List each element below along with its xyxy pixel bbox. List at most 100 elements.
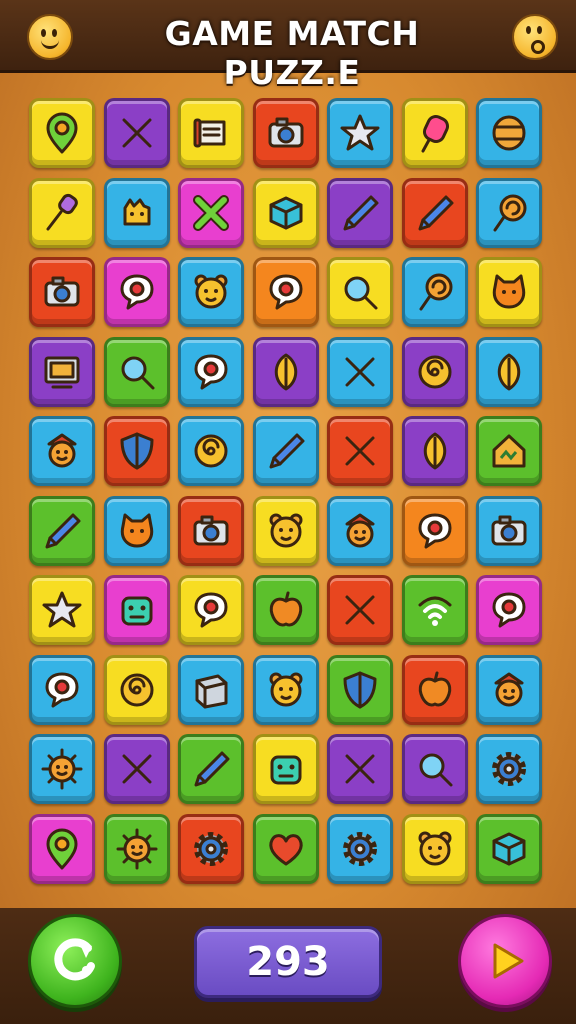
puzzle-tile[interactable] — [29, 654, 95, 725]
puzzle-tile[interactable] — [327, 575, 393, 645]
puzzle-tile[interactable] — [476, 575, 542, 645]
puzzle-tile[interactable] — [401, 734, 468, 804]
puzzle-tile[interactable] — [476, 813, 542, 884]
puzzle-tile[interactable] — [29, 98, 95, 168]
puzzle-tile[interactable] — [252, 177, 319, 248]
brush-icon — [46, 193, 78, 230]
puzzle-tile[interactable] — [252, 495, 319, 566]
puzzle-tile[interactable] — [178, 734, 244, 804]
puzzle-tile[interactable] — [252, 336, 319, 407]
puzzle-tile[interactable] — [103, 257, 170, 327]
puzzle-tile[interactable] — [327, 257, 393, 327]
puzzle-tile[interactable] — [476, 654, 542, 725]
puzzle-tile[interactable] — [252, 257, 319, 327]
chat-bubble-icon — [418, 513, 451, 548]
puzzle-tile[interactable] — [327, 654, 393, 725]
puzzle-tile[interactable] — [103, 734, 170, 804]
puzzle-tile[interactable] — [327, 177, 393, 248]
puzzle-tile[interactable] — [401, 177, 468, 248]
puzzle-tile[interactable] — [476, 257, 542, 327]
cube-icon — [492, 832, 526, 865]
puzzle-tile[interactable] — [327, 336, 393, 407]
heart-icon — [268, 833, 303, 865]
surprised-face-icon[interactable] — [512, 14, 558, 60]
puzzle-tile[interactable] — [401, 416, 468, 486]
puzzle-tile[interactable] — [29, 336, 95, 407]
puzzle-tile[interactable] — [103, 416, 170, 486]
puzzle-tile[interactable] — [476, 177, 542, 248]
puzzle-tile[interactable] — [327, 734, 393, 804]
puzzle-tile[interactable] — [327, 416, 393, 486]
apple-icon — [269, 591, 302, 627]
play-button[interactable] — [458, 914, 552, 1008]
puzzle-tile[interactable] — [401, 575, 468, 645]
puzzle-tile[interactable] — [178, 177, 244, 248]
puzzle-tile[interactable] — [29, 416, 95, 486]
puzzle-tile[interactable] — [103, 575, 170, 645]
face-icon — [494, 672, 524, 706]
puzzle-tile[interactable] — [103, 177, 170, 248]
cross-icon — [193, 194, 229, 231]
puzzle-tile[interactable] — [476, 416, 542, 486]
puzzle-tile[interactable] — [252, 575, 319, 645]
apple-icon — [418, 671, 451, 706]
puzzle-tile[interactable] — [29, 813, 95, 884]
puzzle-tile[interactable] — [178, 654, 244, 725]
puzzle-tile[interactable] — [178, 416, 244, 486]
lollipop-icon — [419, 273, 452, 311]
puzzle-tile[interactable] — [178, 813, 244, 884]
puzzle-tile[interactable] — [29, 257, 95, 327]
puzzle-tile[interactable] — [178, 495, 244, 566]
puzzle-tile[interactable] — [327, 813, 393, 884]
puzzle-tile[interactable] — [252, 416, 319, 486]
pencil-icon — [343, 195, 379, 230]
pencil-icon — [418, 195, 453, 230]
puzzle-tile[interactable] — [327, 98, 393, 168]
puzzle-tile[interactable] — [178, 257, 244, 327]
puzzle-tile[interactable] — [103, 98, 170, 168]
barrel-icon — [492, 115, 526, 151]
crossed-tools-icon — [345, 436, 375, 466]
puzzle-tile[interactable] — [252, 813, 319, 884]
camera-icon — [268, 117, 303, 148]
pencil-icon — [269, 433, 304, 469]
game-title: GAME MATCH PUZZ.E — [164, 14, 420, 92]
bear-icon — [194, 274, 228, 309]
magnifier-icon — [419, 753, 452, 787]
puzzle-tile[interactable] — [103, 495, 170, 566]
puzzle-tile[interactable] — [29, 575, 95, 645]
puzzle-tile[interactable] — [252, 734, 319, 804]
puzzle-tile[interactable] — [401, 98, 468, 168]
puzzle-tile[interactable] — [476, 336, 542, 407]
puzzle-tile[interactable] — [178, 575, 244, 645]
restart-button[interactable] — [28, 914, 122, 1008]
puzzle-tile[interactable] — [29, 734, 95, 804]
puzzle-tile[interactable] — [401, 654, 468, 725]
puzzle-tile[interactable] — [401, 336, 468, 407]
crossed-tools-icon — [122, 118, 151, 148]
smiley-face-icon[interactable] — [27, 14, 73, 60]
star-icon — [340, 114, 380, 151]
puzzle-tile[interactable] — [103, 813, 170, 884]
popsicle-icon — [421, 115, 449, 153]
leaf-icon — [274, 353, 297, 390]
face-icon — [47, 433, 77, 468]
puzzle-tile[interactable] — [401, 257, 468, 327]
puzzle-tile[interactable] — [401, 495, 468, 566]
puzzle-tile[interactable] — [252, 654, 319, 725]
puzzle-tile[interactable] — [252, 98, 319, 168]
puzzle-tile[interactable] — [178, 98, 244, 168]
wifi-icon — [418, 596, 451, 626]
gear-icon — [194, 831, 228, 866]
puzzle-tile[interactable] — [103, 336, 170, 407]
puzzle-tile[interactable] — [29, 177, 95, 248]
puzzle-tile[interactable] — [401, 813, 468, 884]
puzzle-tile[interactable] — [103, 654, 170, 725]
puzzle-tile[interactable] — [476, 495, 542, 566]
puzzle-tile[interactable] — [476, 98, 542, 168]
puzzle-tile[interactable] — [178, 336, 244, 407]
puzzle-tile[interactable] — [29, 495, 95, 566]
puzzle-tile[interactable] — [476, 734, 542, 804]
puzzle-tile[interactable] — [327, 495, 393, 566]
face-icon — [345, 513, 375, 547]
